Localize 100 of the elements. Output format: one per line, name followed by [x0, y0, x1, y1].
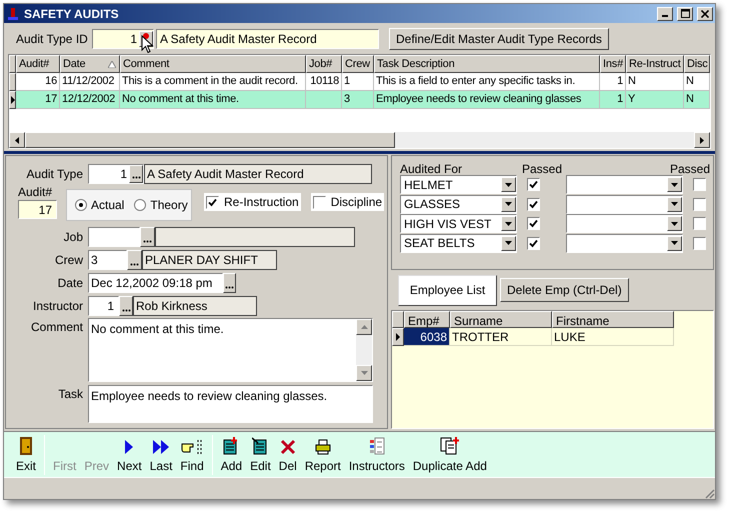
document-edit-icon [252, 436, 268, 454]
close-icon [701, 10, 709, 18]
minimize-icon [662, 15, 668, 17]
column-header[interactable]: Emp# [404, 311, 450, 328]
column-header[interactable]: Date [60, 55, 120, 73]
dropdown-arrow-icon [671, 202, 678, 206]
dropdown-field[interactable]: HELMET [400, 175, 517, 194]
ellipsis-button[interactable] [129, 165, 143, 183]
minimize-button[interactable] [657, 6, 673, 20]
dots-icon [122, 308, 130, 312]
job-field[interactable] [88, 226, 140, 246]
radio-button[interactable] [75, 199, 87, 211]
table-cell: 12/12/2002 [60, 91, 120, 109]
play-icon [124, 438, 134, 454]
documents-icon [440, 436, 460, 454]
toolbar-button[interactable]: Edit [246, 434, 275, 474]
field-label: Date [56, 274, 84, 292]
horizontal-scrollbar[interactable] [9, 132, 710, 148]
column-header[interactable]: Surname [450, 311, 552, 328]
checkbox[interactable] [312, 196, 326, 208]
column-header[interactable]: Task Description [374, 55, 600, 73]
row-indicator-icon [10, 96, 14, 104]
comment-field[interactable]: No comment at this time. [88, 318, 373, 382]
close-button[interactable] [697, 6, 713, 20]
radio-label[interactable]: Theory [150, 196, 188, 214]
define-master-records-button[interactable]: Define/Edit Master Audit Type Records [389, 28, 609, 50]
column-label: Passed [520, 161, 562, 175]
dots-icon [143, 240, 152, 242]
radio-button[interactable] [134, 199, 146, 211]
dots-icon [225, 286, 234, 288]
dots-icon [132, 176, 140, 179]
delete-employee-button[interactable]: Delete Emp (Ctrl-Del) [500, 278, 629, 302]
toolbar-button[interactable]: Report [300, 434, 345, 474]
scroll-right-icon [700, 136, 704, 144]
header-corner [392, 311, 404, 328]
ellipsis-button[interactable] [140, 226, 155, 246]
ellipsis-button[interactable] [119, 296, 133, 316]
dropdown-field[interactable] [566, 234, 683, 253]
employee-list-button[interactable]: Employee List [398, 274, 497, 306]
checkbox[interactable] [693, 217, 706, 230]
toolbar-button[interactable]: Del [274, 434, 301, 474]
toolbar-button[interactable]: Add [216, 434, 246, 474]
dropdown-field[interactable] [566, 214, 683, 234]
column-header[interactable]: Firstname [552, 311, 674, 328]
scrollbar-thumb[interactable] [25, 132, 395, 148]
maximize-button[interactable] [677, 6, 693, 20]
audit-number-field[interactable]: 17 [18, 200, 57, 219]
toolbar-button[interactable]: Last [146, 434, 176, 474]
row-header[interactable] [9, 73, 16, 91]
row-header[interactable] [392, 328, 404, 346]
column-header[interactable]: Crew [342, 55, 374, 73]
checkbox[interactable] [693, 178, 706, 192]
column-header[interactable]: Job# [306, 55, 342, 73]
checkbox[interactable] [693, 198, 706, 211]
column-header[interactable]: Comment [120, 55, 306, 73]
dropdown-arrow-icon [505, 241, 512, 246]
column-header[interactable]: Audit# [16, 55, 60, 73]
dots-icon [130, 262, 139, 266]
radio-label[interactable]: Actual [91, 196, 124, 214]
toolbar-button[interactable]: Duplicate Add [408, 434, 491, 474]
ellipsis-button[interactable] [127, 250, 142, 270]
checkbox[interactable] [527, 178, 540, 192]
window-title: SAFETY AUDITS [24, 6, 120, 22]
toolbar-button[interactable]: Instructors [344, 434, 409, 474]
checkbox[interactable] [527, 198, 540, 211]
toolbar-button[interactable]: Exit [12, 434, 40, 474]
toolbar-button[interactable]: Next [113, 434, 146, 474]
audit-type-name-field: A Safety Audit Master Record [156, 28, 379, 48]
table-cell: 1 [600, 91, 626, 109]
toolbar-button[interactable]: Find [176, 434, 208, 474]
crew-field[interactable]: 3 [88, 250, 127, 270]
row-header[interactable] [9, 91, 16, 109]
instructor-field[interactable]: 1 [88, 296, 119, 316]
maximize-icon [680, 9, 690, 18]
dropdown-field[interactable]: SEAT BELTS [400, 234, 517, 253]
ellipsis-button[interactable] [223, 272, 236, 292]
checkbox[interactable] [693, 236, 706, 250]
vertical-scrollbar[interactable] [356, 319, 372, 381]
field-label: Job [62, 228, 84, 246]
pointing-hand-icon [181, 438, 204, 454]
audit-type-name: A Safety Audit Master Record [144, 164, 372, 184]
scroll-down-icon [360, 371, 368, 375]
grid-row[interactable]: 16 11/12/2002 This is a comment in the audit record. 10118 1 This is a field to enter any specific tasks in. 1 N N [9, 73, 710, 91]
dropdown-field[interactable]: GLASSES [400, 194, 517, 214]
grid-row[interactable]: 17 12/12/2002 No comment at this time. 3 Employee needs to review cleaning glasses 1 Y N [9, 91, 710, 109]
dropdown-field[interactable] [566, 194, 683, 214]
table-cell: 6038 [404, 328, 450, 346]
checkbox[interactable] [206, 196, 219, 208]
column-header[interactable]: Disc [684, 55, 710, 73]
audit-type-field[interactable]: 1 [88, 164, 144, 184]
task-field[interactable]: Employee needs to review cleaning glasses. [88, 385, 373, 423]
column-header[interactable]: Ins# [600, 55, 626, 73]
dropdown-field[interactable]: HIGH VIS VEST [400, 214, 517, 234]
field-label: Audit# [18, 186, 54, 199]
checkbox[interactable] [527, 236, 540, 250]
dropdown-field[interactable] [566, 175, 683, 194]
checkbox[interactable] [527, 217, 540, 230]
column-header[interactable]: Re-Instruct [626, 55, 684, 73]
date-field[interactable]: Dec 12,2002 09:18 pm [88, 272, 223, 292]
field-label: Task [57, 386, 84, 403]
